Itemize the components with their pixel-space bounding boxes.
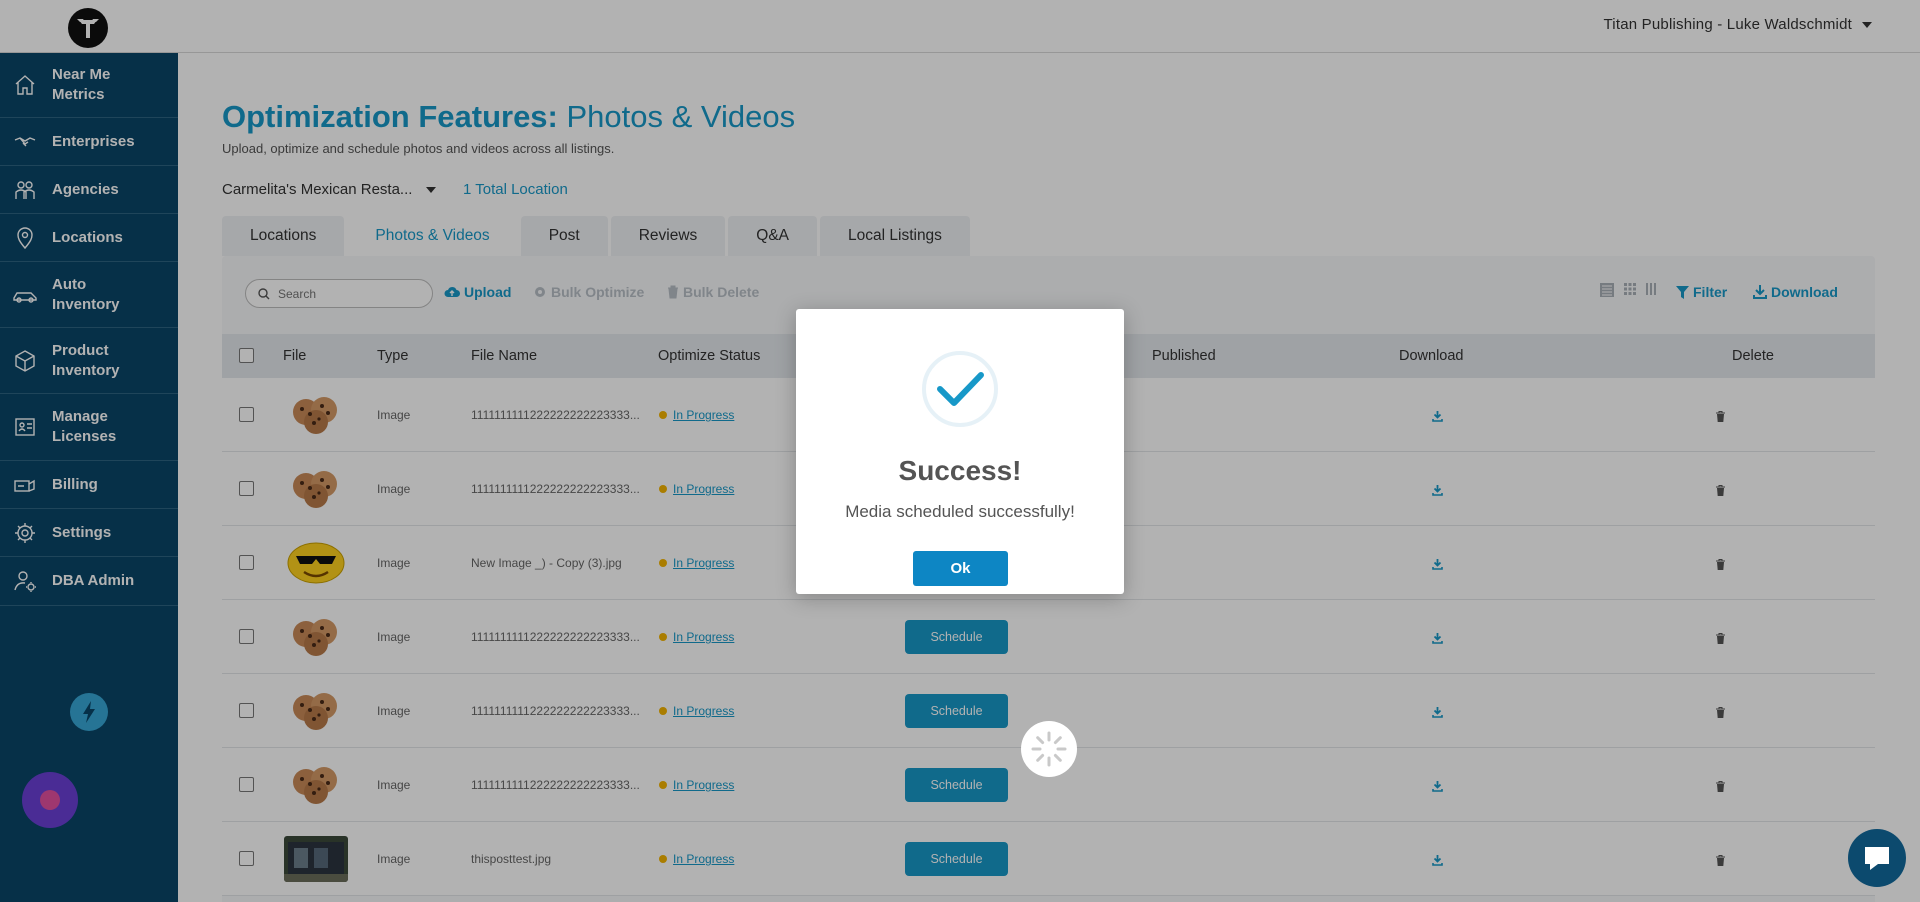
dialog-title: Success! (898, 455, 1022, 486)
dialog-message: Media scheduled successfully! (845, 502, 1075, 521)
success-dialog: Success! Media scheduled successfully! O… (796, 309, 1124, 594)
ok-button[interactable]: Ok (913, 551, 1008, 586)
loading-spinner-icon (1021, 721, 1077, 777)
success-check-icon (922, 351, 998, 427)
chat-button[interactable] (1848, 829, 1906, 887)
chat-bubble-icon (1865, 847, 1889, 870)
